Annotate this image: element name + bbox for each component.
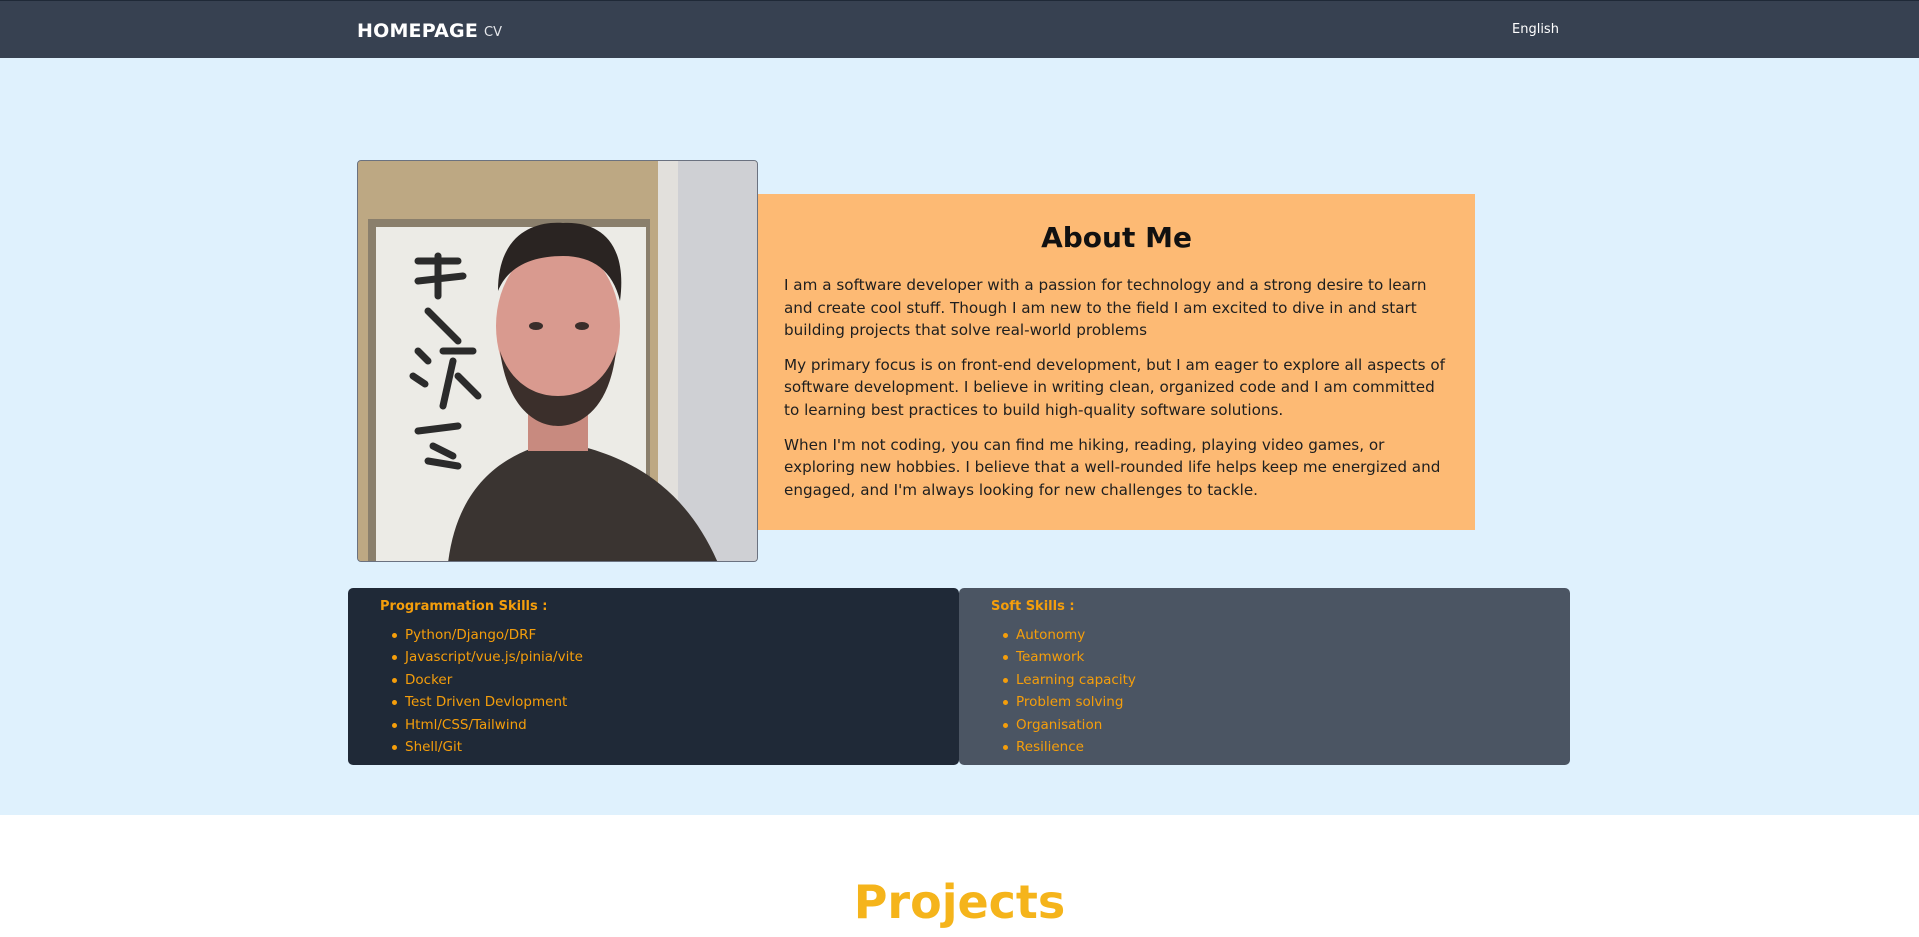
list-item: Test Driven Devlopment [392, 691, 927, 713]
list-item: Learning capacity [1003, 669, 1538, 691]
list-item: Problem solving [1003, 691, 1538, 713]
soft-skills-card: Soft Skills : Autonomy Teamwork Learning… [959, 588, 1570, 765]
list-item: Organisation [1003, 714, 1538, 736]
projects-heading: Projects [853, 875, 1066, 929]
list-item: Autonomy [1003, 624, 1538, 646]
list-item: Teamwork [1003, 646, 1538, 668]
homepage-link[interactable]: HOMEPAGE [357, 20, 478, 42]
programming-skills-title: Programmation Skills : [380, 599, 548, 614]
about-me-heading: About Me [1041, 221, 1192, 254]
about-paragraph-2: My primary focus is on front-end develop… [784, 355, 1445, 419]
about-paragraph-1: I am a software developer with a passion… [784, 276, 1427, 340]
list-item: Python/Django/DRF [392, 624, 927, 646]
soft-skills-title: Soft Skills : [991, 599, 1075, 614]
language-selector[interactable]: English [1512, 22, 1559, 37]
list-item: Resilience [1003, 736, 1538, 758]
list-item: Docker [392, 669, 927, 691]
programming-skills-card: Programmation Skills : Python/Django/DRF… [348, 588, 959, 765]
cv-link[interactable]: CV [484, 25, 502, 40]
list-item: Html/CSS/Tailwind [392, 714, 927, 736]
soft-skills-list: Autonomy Teamwork Learning capacity Prob… [991, 624, 1538, 758]
top-navbar: HOMEPAGE CV English [0, 0, 1919, 58]
profile-photo [357, 160, 758, 562]
programming-skills-list: Python/Django/DRF Javascript/vue.js/pini… [380, 624, 927, 758]
list-item: Shell/Git [392, 736, 927, 758]
list-item: Javascript/vue.js/pinia/vite [392, 646, 927, 668]
about-me-card: About Me I am a software developer with … [758, 194, 1475, 530]
about-paragraph-3: When I'm not coding, you can find me hik… [784, 435, 1441, 499]
profile-photo-illustration [358, 161, 757, 561]
